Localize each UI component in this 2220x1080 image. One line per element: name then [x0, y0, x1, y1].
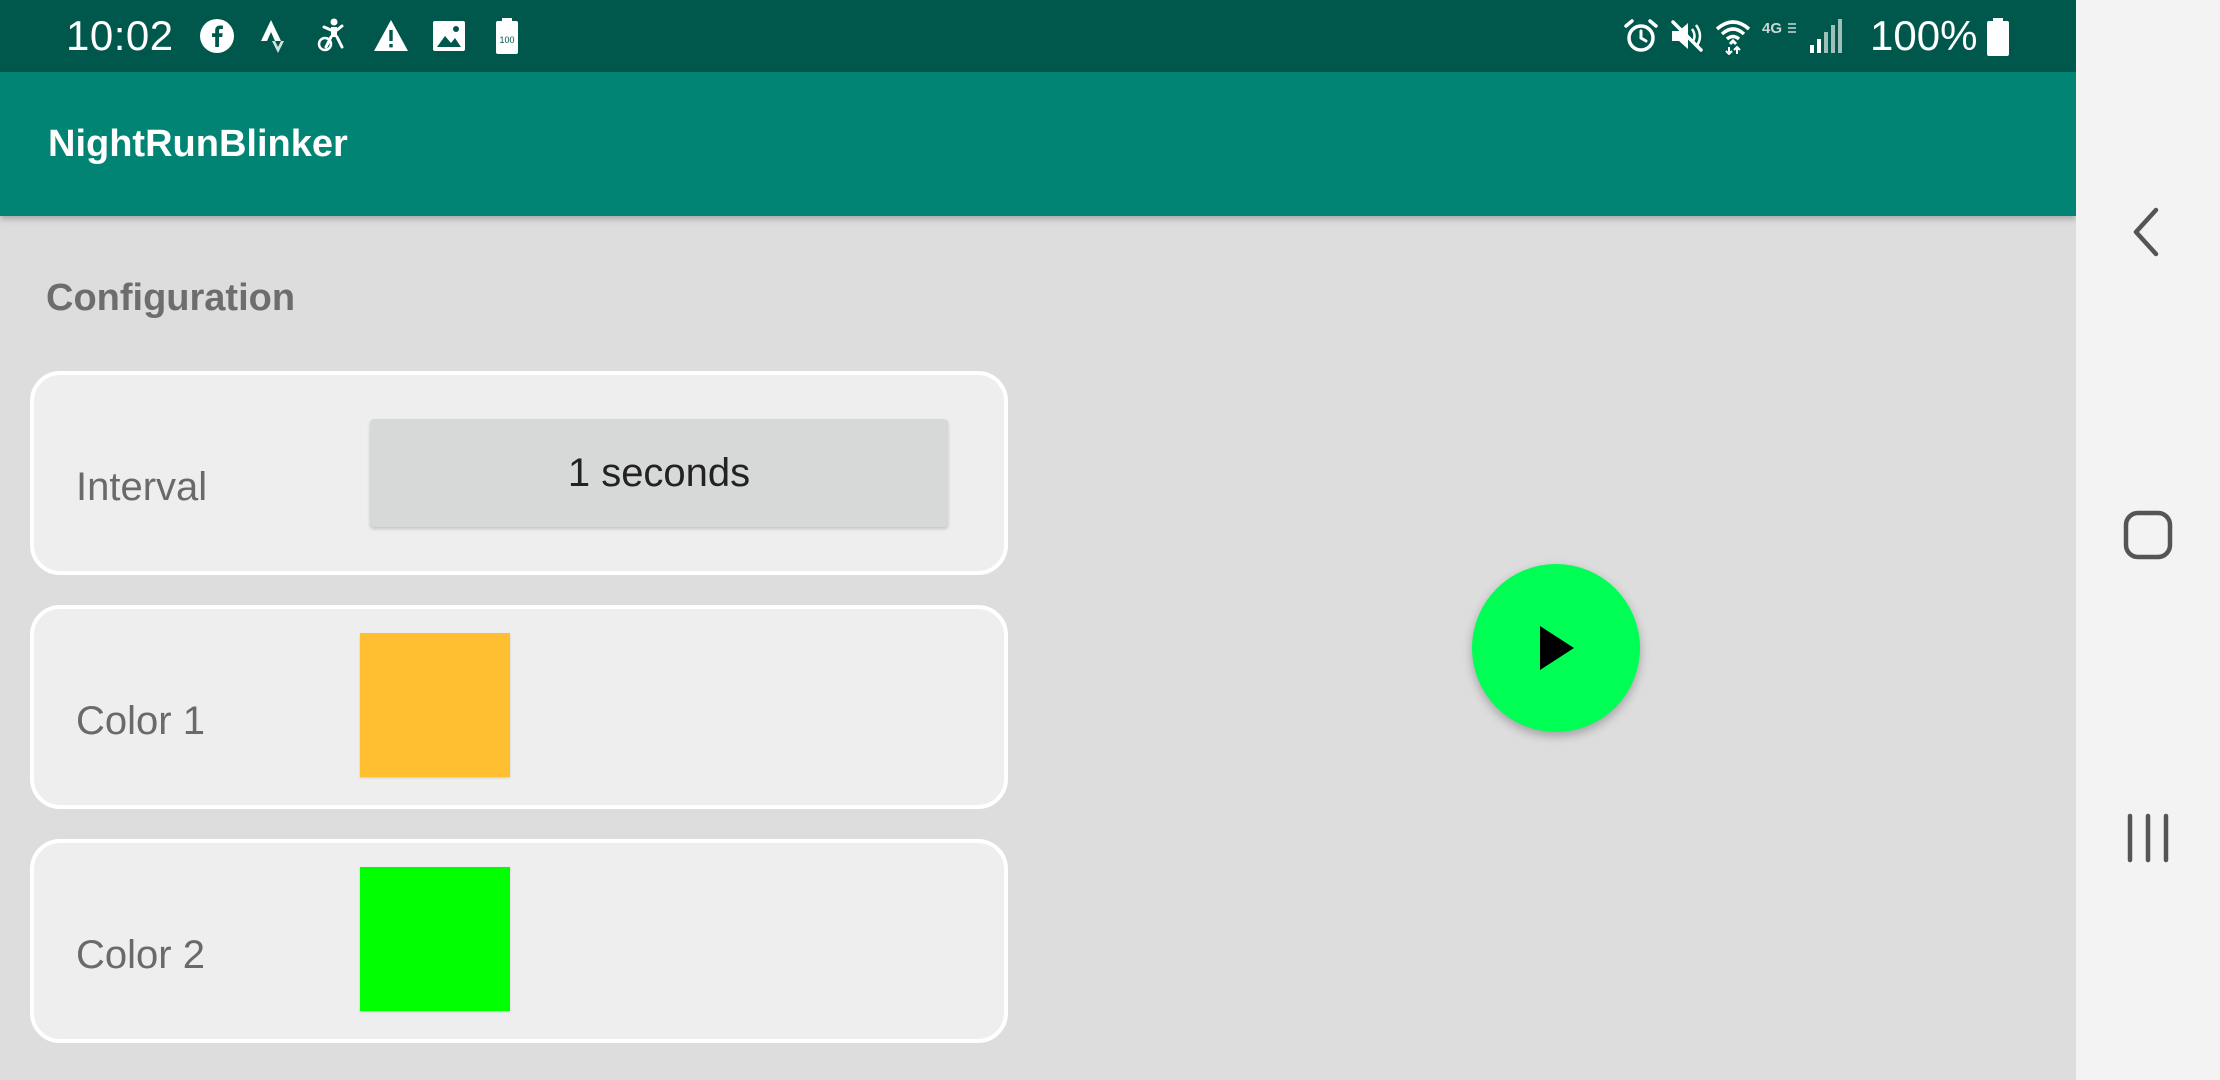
lte-icon: 4G	[1762, 20, 1796, 37]
system-status-icons: 4G	[1622, 17, 1844, 55]
network-type-text: 4G	[1762, 20, 1782, 37]
interval-card: Interval 1 seconds	[30, 371, 1008, 575]
color2-card: Color 2	[30, 839, 1008, 1043]
start-blink-button[interactable]	[1472, 564, 1640, 732]
app-title: NightRunBlinker	[48, 123, 348, 165]
back-icon	[2133, 207, 2159, 257]
interval-button[interactable]: 1 seconds	[370, 419, 948, 527]
signal-icon	[1810, 19, 1842, 53]
battery-saver-text: 100	[499, 35, 514, 45]
battery-percent: 100%	[1870, 12, 1978, 59]
back-button[interactable]	[2112, 196, 2184, 268]
image-icon	[433, 21, 465, 51]
recents-icon	[2127, 813, 2169, 863]
recents-button[interactable]	[2112, 802, 2184, 874]
section-title-configuration: Configuration	[46, 277, 296, 319]
color1-swatch[interactable]	[360, 633, 510, 777]
notification-icons: 100	[198, 17, 526, 55]
navigation-bar	[2076, 0, 2220, 1080]
battery-icon	[1987, 18, 2009, 56]
color1-card: Color 1	[30, 605, 1008, 809]
screen: 10:02 100 4G 100% NightRunBlinker Config…	[0, 0, 2220, 1080]
status-bar: 10:02 100 4G 100%	[0, 0, 2076, 72]
status-time: 10:02	[66, 12, 174, 59]
strava-icon	[261, 20, 284, 53]
warning-icon	[374, 20, 408, 51]
color2-label: Color 2	[76, 933, 205, 977]
alarm-icon	[1624, 19, 1658, 52]
home-icon	[2123, 510, 2173, 560]
color1-label: Color 1	[76, 699, 205, 743]
battery-saver-icon: 100	[496, 18, 518, 54]
home-button[interactable]	[2112, 499, 2184, 571]
app-bar: NightRunBlinker	[0, 72, 2076, 216]
color2-swatch[interactable]	[360, 867, 510, 1011]
wifi-icon	[1715, 20, 1751, 55]
mute-icon	[1671, 20, 1703, 52]
interval-label: Interval	[76, 465, 208, 509]
facebook-icon	[200, 19, 234, 53]
accessibility-icon	[317, 18, 344, 52]
play-icon	[1540, 626, 1574, 670]
